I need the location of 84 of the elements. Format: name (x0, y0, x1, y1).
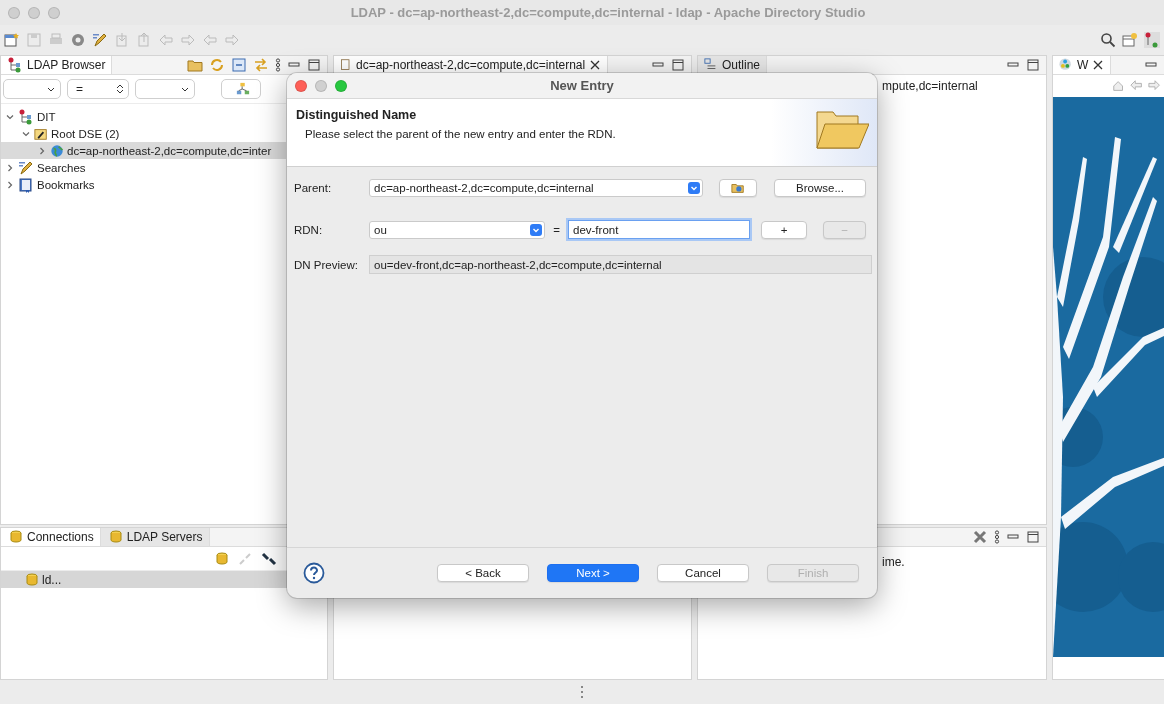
close-button[interactable] (8, 6, 20, 19)
folder-icon[interactable] (187, 57, 203, 73)
minimize-button[interactable] (28, 6, 40, 19)
maximize-icon[interactable] (671, 58, 685, 72)
page-heading: Distinguished Name (296, 108, 418, 122)
maximize-icon[interactable] (1026, 58, 1040, 72)
book-icon (18, 176, 34, 193)
tree-item[interactable]: DIT (1, 108, 286, 125)
minimize-button[interactable] (315, 79, 327, 92)
equals-sign: = (552, 223, 561, 236)
folder-arrow-icon (731, 181, 745, 195)
collapse-all-icon[interactable] (231, 57, 247, 73)
remove-all-icon[interactable] (972, 529, 988, 545)
rdn-attribute-select[interactable]: ou (369, 220, 545, 239)
document-icon (340, 59, 352, 71)
connect-icon[interactable] (261, 550, 277, 567)
back-icon[interactable] (1130, 79, 1144, 93)
field-label: DN Preview: (294, 258, 359, 271)
database-icon (23, 571, 39, 588)
dialog-button[interactable]: < Back (437, 564, 529, 582)
tree-icon (7, 57, 23, 73)
tree-item[interactable]: Searches (1, 159, 286, 176)
hierarchy-icon[interactable] (236, 82, 250, 96)
tree-item[interactable]: dc=ap-northeast-2,dc=compute,dc=inter (1, 142, 286, 159)
outline-icon (704, 58, 718, 72)
home-icon[interactable] (1112, 79, 1126, 93)
rdn-value-field[interactable]: dev-front (568, 220, 750, 239)
tree-icon[interactable] (1144, 32, 1160, 48)
dialog-button[interactable]: Next > (547, 564, 639, 582)
message-text: ime. (882, 555, 905, 569)
maximize-icon[interactable] (307, 58, 321, 72)
panel-tab[interactable]: Connections (1, 528, 101, 546)
pen-icon (92, 32, 108, 48)
drag-handle-icon[interactable] (580, 685, 584, 699)
welcome-icon (1059, 58, 1073, 72)
forward-icon[interactable] (1148, 79, 1162, 93)
folder-edit-icon (34, 126, 48, 141)
parent-history-button[interactable] (719, 179, 757, 197)
gear-icon[interactable] (70, 32, 86, 48)
zoom-button[interactable] (48, 6, 60, 19)
stepper-icon[interactable] (116, 83, 124, 95)
back-icon[interactable] (158, 32, 174, 48)
parent-select[interactable]: dc=ap-northeast-2,dc=compute,dc=internal (369, 179, 703, 197)
back-icon[interactable] (202, 32, 218, 48)
field-label: RDN: (294, 223, 324, 236)
close-icon[interactable] (589, 59, 602, 71)
page-description: Please select the parent of the new entry and enter the RDN. (304, 128, 617, 140)
outline-text: mpute,dc=internal (882, 79, 978, 93)
more-icon[interactable] (275, 58, 281, 72)
panel-tab[interactable]: LDAP Browser (1, 56, 113, 74)
outline-tab[interactable]: Outline (698, 56, 768, 74)
dialog-button[interactable]: Cancel (657, 564, 749, 582)
refresh-icon[interactable] (209, 57, 225, 73)
window-title: LDAP - dc=ap-northeast-2,dc=compute,dc=internal - ldap - Apache Directory Studio (349, 5, 867, 20)
field-label: Parent: (294, 182, 333, 194)
search-icon[interactable] (1100, 32, 1116, 48)
forward-icon[interactable] (224, 32, 240, 48)
dialog-title: New Entry (549, 78, 615, 93)
browse-button[interactable]: Browse... (774, 179, 866, 197)
help-icon[interactable] (303, 562, 325, 584)
close-button[interactable] (295, 79, 307, 92)
add-button[interactable]: + (761, 220, 807, 239)
welcome-tab[interactable]: W (1053, 56, 1112, 74)
new-connection-icon (213, 550, 229, 567)
editor-tab[interactable]: dc=ap-northeast-2,dc=compute,dc=internal (334, 56, 609, 74)
connection-icon (7, 529, 23, 545)
tree-icon (18, 108, 34, 125)
tree-item[interactable]: Root DSE (2) (1, 125, 286, 142)
filter-button[interactable] (221, 79, 261, 99)
folder-icon (813, 108, 869, 152)
perspective-icon[interactable] (1122, 32, 1138, 48)
panel-tab[interactable]: LDAP Servers (100, 528, 210, 546)
import-icon[interactable] (114, 32, 130, 48)
maximize-icon[interactable] (1026, 530, 1040, 544)
export-icon[interactable] (136, 32, 152, 48)
tree-item[interactable]: Bookmarks (1, 176, 286, 193)
new-window-icon[interactable] (4, 32, 20, 48)
zoom-button[interactable] (335, 79, 347, 92)
operator-select[interactable]: = (67, 79, 129, 99)
more-icon[interactable] (994, 530, 1000, 544)
close-icon[interactable] (1092, 59, 1105, 71)
forward-icon[interactable] (180, 32, 196, 48)
dn-preview-field: ou=dev-front,dc=ap-northeast-2,dc=compute,dc=internal (369, 255, 872, 274)
globe-icon (50, 143, 64, 158)
